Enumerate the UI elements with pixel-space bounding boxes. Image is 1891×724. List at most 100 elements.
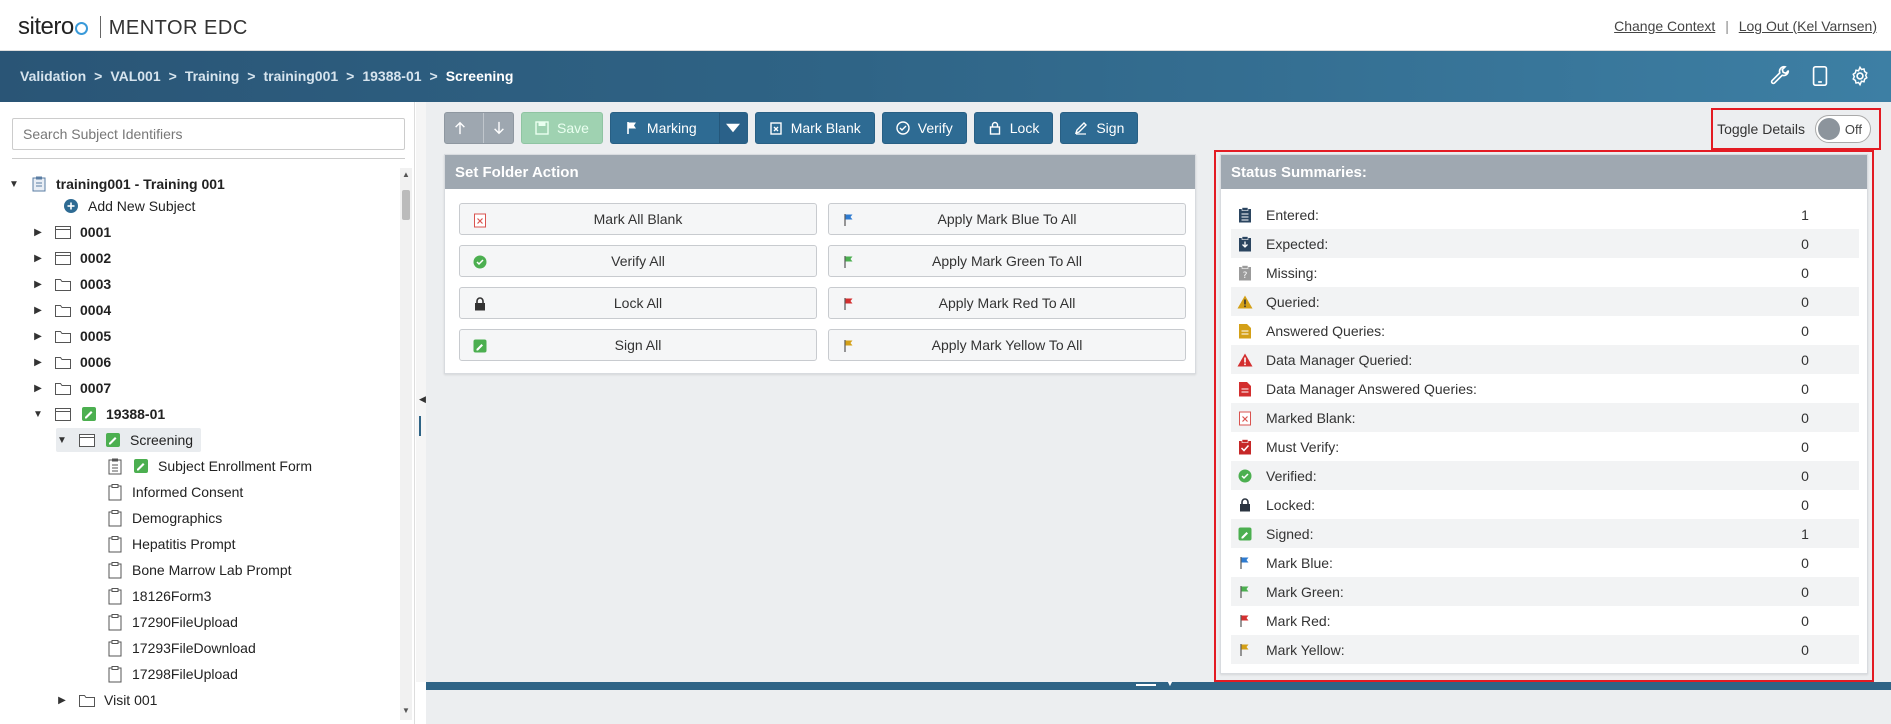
tree-folder-screening[interactable]: ▼ Screening bbox=[56, 428, 202, 452]
expand-icon[interactable]: ▶ bbox=[32, 331, 44, 342]
apply-mark-green-button[interactable]: Apply Mark Green To All bbox=[828, 245, 1186, 277]
verify-all-button[interactable]: Verify All bbox=[459, 245, 817, 277]
scrollbar-thumb[interactable] bbox=[402, 190, 410, 220]
status-row-dm-queried: Data Manager Queried: 0 bbox=[1231, 345, 1859, 374]
apply-mark-blue-button[interactable]: Apply Mark Blue To All bbox=[828, 203, 1186, 235]
tree-form[interactable]: Demographics bbox=[106, 506, 222, 530]
sign-all-button[interactable]: Sign All bbox=[459, 329, 817, 361]
scroll-down-icon[interactable]: ▼ bbox=[402, 706, 410, 715]
tree-subject[interactable]: ▶ 0003 bbox=[32, 272, 111, 296]
breadcrumb-item-study[interactable]: Validation bbox=[20, 68, 86, 84]
collapse-left-icon[interactable]: ◀ bbox=[419, 394, 426, 405]
tree-form[interactable]: 17293FileDownload bbox=[106, 636, 256, 660]
save-icon bbox=[535, 121, 549, 135]
sign-all-label: Sign All bbox=[614, 337, 662, 353]
tablet-icon[interactable] bbox=[1809, 65, 1831, 87]
expand-icon[interactable]: ▶ bbox=[32, 227, 44, 238]
breadcrumb-item-site[interactable]: training001 bbox=[263, 68, 338, 84]
resize-caret-icon[interactable]: ▼ bbox=[1166, 679, 1174, 688]
status-value: 0 bbox=[1801, 612, 1809, 629]
change-context-link[interactable]: Change Context bbox=[1614, 18, 1715, 34]
breadcrumb-item-site-group[interactable]: Training bbox=[185, 68, 239, 84]
status-summaries-panel: Status Summaries: Entered: 1 Expected: 0 ?… bbox=[1220, 154, 1868, 674]
breadcrumb-item-protocol[interactable]: VAL001 bbox=[110, 68, 160, 84]
status-row-queried: Queried: 0 bbox=[1231, 287, 1859, 316]
lock-all-label: Lock All bbox=[613, 295, 663, 311]
header-icons bbox=[1769, 65, 1871, 87]
lock-button[interactable]: Lock bbox=[973, 112, 1054, 144]
search-subject-input[interactable] bbox=[12, 118, 405, 150]
tree-form[interactable]: Subject Enrollment Form bbox=[106, 454, 312, 478]
tree-subject-label: 19388-01 bbox=[106, 406, 166, 422]
tree-root[interactable]: ▼ training001 - Training 001 bbox=[8, 172, 225, 196]
save-button[interactable]: Save bbox=[521, 112, 603, 144]
marking-button[interactable]: Marking bbox=[609, 112, 748, 144]
expand-icon[interactable]: ▶ bbox=[32, 357, 44, 368]
verify-button[interactable]: Verify bbox=[881, 112, 967, 144]
tree-folder-label: Visit 001 bbox=[104, 692, 158, 708]
apply-mark-red-button[interactable]: Apply Mark Red To All bbox=[828, 287, 1186, 319]
expand-icon[interactable]: ▶ bbox=[32, 305, 44, 316]
tree-subject[interactable]: ▶ 0007 bbox=[32, 376, 111, 400]
expand-icon[interactable]: ▶ bbox=[56, 695, 68, 706]
tree-subject-expanded[interactable]: ▼ 19388-01 bbox=[32, 402, 165, 426]
tree-form[interactable]: 18126Form3 bbox=[106, 584, 211, 608]
move-up-button[interactable] bbox=[445, 113, 475, 143]
sign-button[interactable]: Sign bbox=[1060, 112, 1139, 144]
splitter-handle[interactable] bbox=[419, 416, 421, 436]
marking-dropdown-caret[interactable] bbox=[718, 113, 747, 143]
tree-subject[interactable]: ▶ 0004 bbox=[32, 298, 111, 322]
folder-action-title: Set Folder Action bbox=[445, 155, 1195, 189]
scroll-up-icon[interactable]: ▲ bbox=[402, 170, 410, 179]
flag-red-icon bbox=[1236, 612, 1254, 630]
logo-separator bbox=[99, 16, 101, 38]
panel-splitter[interactable]: ◀ bbox=[416, 102, 426, 682]
expand-icon[interactable]: ▶ bbox=[32, 383, 44, 394]
mark-blank-button[interactable]: Mark Blank bbox=[754, 112, 875, 144]
tree-scrollbar[interactable]: ▲ ▼ bbox=[400, 168, 412, 720]
apply-mark-yellow-button[interactable]: Apply Mark Yellow To All bbox=[828, 329, 1186, 361]
mark-all-blank-button[interactable]: Mark All Blank bbox=[459, 203, 817, 235]
top-bar: sitero MENTOR EDC Change Context | Log O… bbox=[0, 0, 1891, 51]
tree-form[interactable]: 17290FileUpload bbox=[106, 610, 238, 634]
logo-ring-icon bbox=[74, 22, 88, 35]
dm-answered-icon bbox=[1236, 380, 1254, 398]
wrench-icon[interactable] bbox=[1769, 65, 1791, 87]
toggle-details-switch[interactable]: Off bbox=[1815, 115, 1871, 143]
folder-icon bbox=[54, 353, 72, 371]
tree-form-label: 17293FileDownload bbox=[132, 640, 256, 656]
tree-subject[interactable]: ▶ 0005 bbox=[32, 324, 111, 348]
tree-form[interactable]: Bone Marrow Lab Prompt bbox=[106, 558, 292, 582]
status-label: Mark Blue: bbox=[1266, 554, 1333, 571]
logout-link[interactable]: Log Out (Kel Varnsen) bbox=[1739, 18, 1877, 34]
expand-icon[interactable]: ▶ bbox=[32, 279, 44, 290]
tree-form[interactable]: 17298FileUpload bbox=[106, 662, 238, 686]
add-new-subject[interactable]: Add New Subject bbox=[62, 194, 195, 218]
signed-icon bbox=[104, 431, 122, 449]
flag-red-icon bbox=[841, 296, 857, 312]
tree-folder[interactable]: ▶ Visit 001 bbox=[56, 688, 157, 712]
tree-subject[interactable]: ▶ 0002 bbox=[32, 246, 111, 270]
tree-form-label: Demographics bbox=[132, 510, 223, 526]
bottom-resize-bar[interactable]: ▼ bbox=[426, 679, 1891, 690]
lock-all-button[interactable]: Lock All bbox=[459, 287, 817, 319]
gear-icon[interactable] bbox=[1849, 65, 1871, 87]
move-down-button[interactable] bbox=[483, 113, 513, 143]
tree-form[interactable]: Informed Consent bbox=[106, 480, 243, 504]
tree-subject-label: 0005 bbox=[80, 328, 112, 344]
status-label: Marked Blank: bbox=[1266, 409, 1356, 426]
tree-subject[interactable]: ▶ 0001 bbox=[32, 220, 111, 244]
breadcrumb-item-subject[interactable]: 19388-01 bbox=[362, 68, 421, 84]
tree-form-label: 17298FileUpload bbox=[132, 666, 238, 682]
verified-icon bbox=[472, 254, 488, 270]
expand-icon[interactable]: ▶ bbox=[32, 253, 44, 264]
collapse-icon[interactable]: ▼ bbox=[32, 409, 44, 420]
tree-form[interactable]: Hepatitis Prompt bbox=[106, 532, 235, 556]
resize-grip[interactable] bbox=[1136, 684, 1156, 686]
collapse-icon[interactable]: ▼ bbox=[56, 435, 68, 446]
clipboard-entered-icon bbox=[1236, 206, 1254, 224]
collapse-icon[interactable]: ▼ bbox=[8, 179, 20, 190]
tree-subject[interactable]: ▶ 0006 bbox=[32, 350, 111, 374]
mark-blank-label: Mark Blank bbox=[790, 120, 861, 136]
status-summaries-highlight: Status Summaries: Entered: 1 Expected: 0 ?… bbox=[1214, 150, 1874, 682]
